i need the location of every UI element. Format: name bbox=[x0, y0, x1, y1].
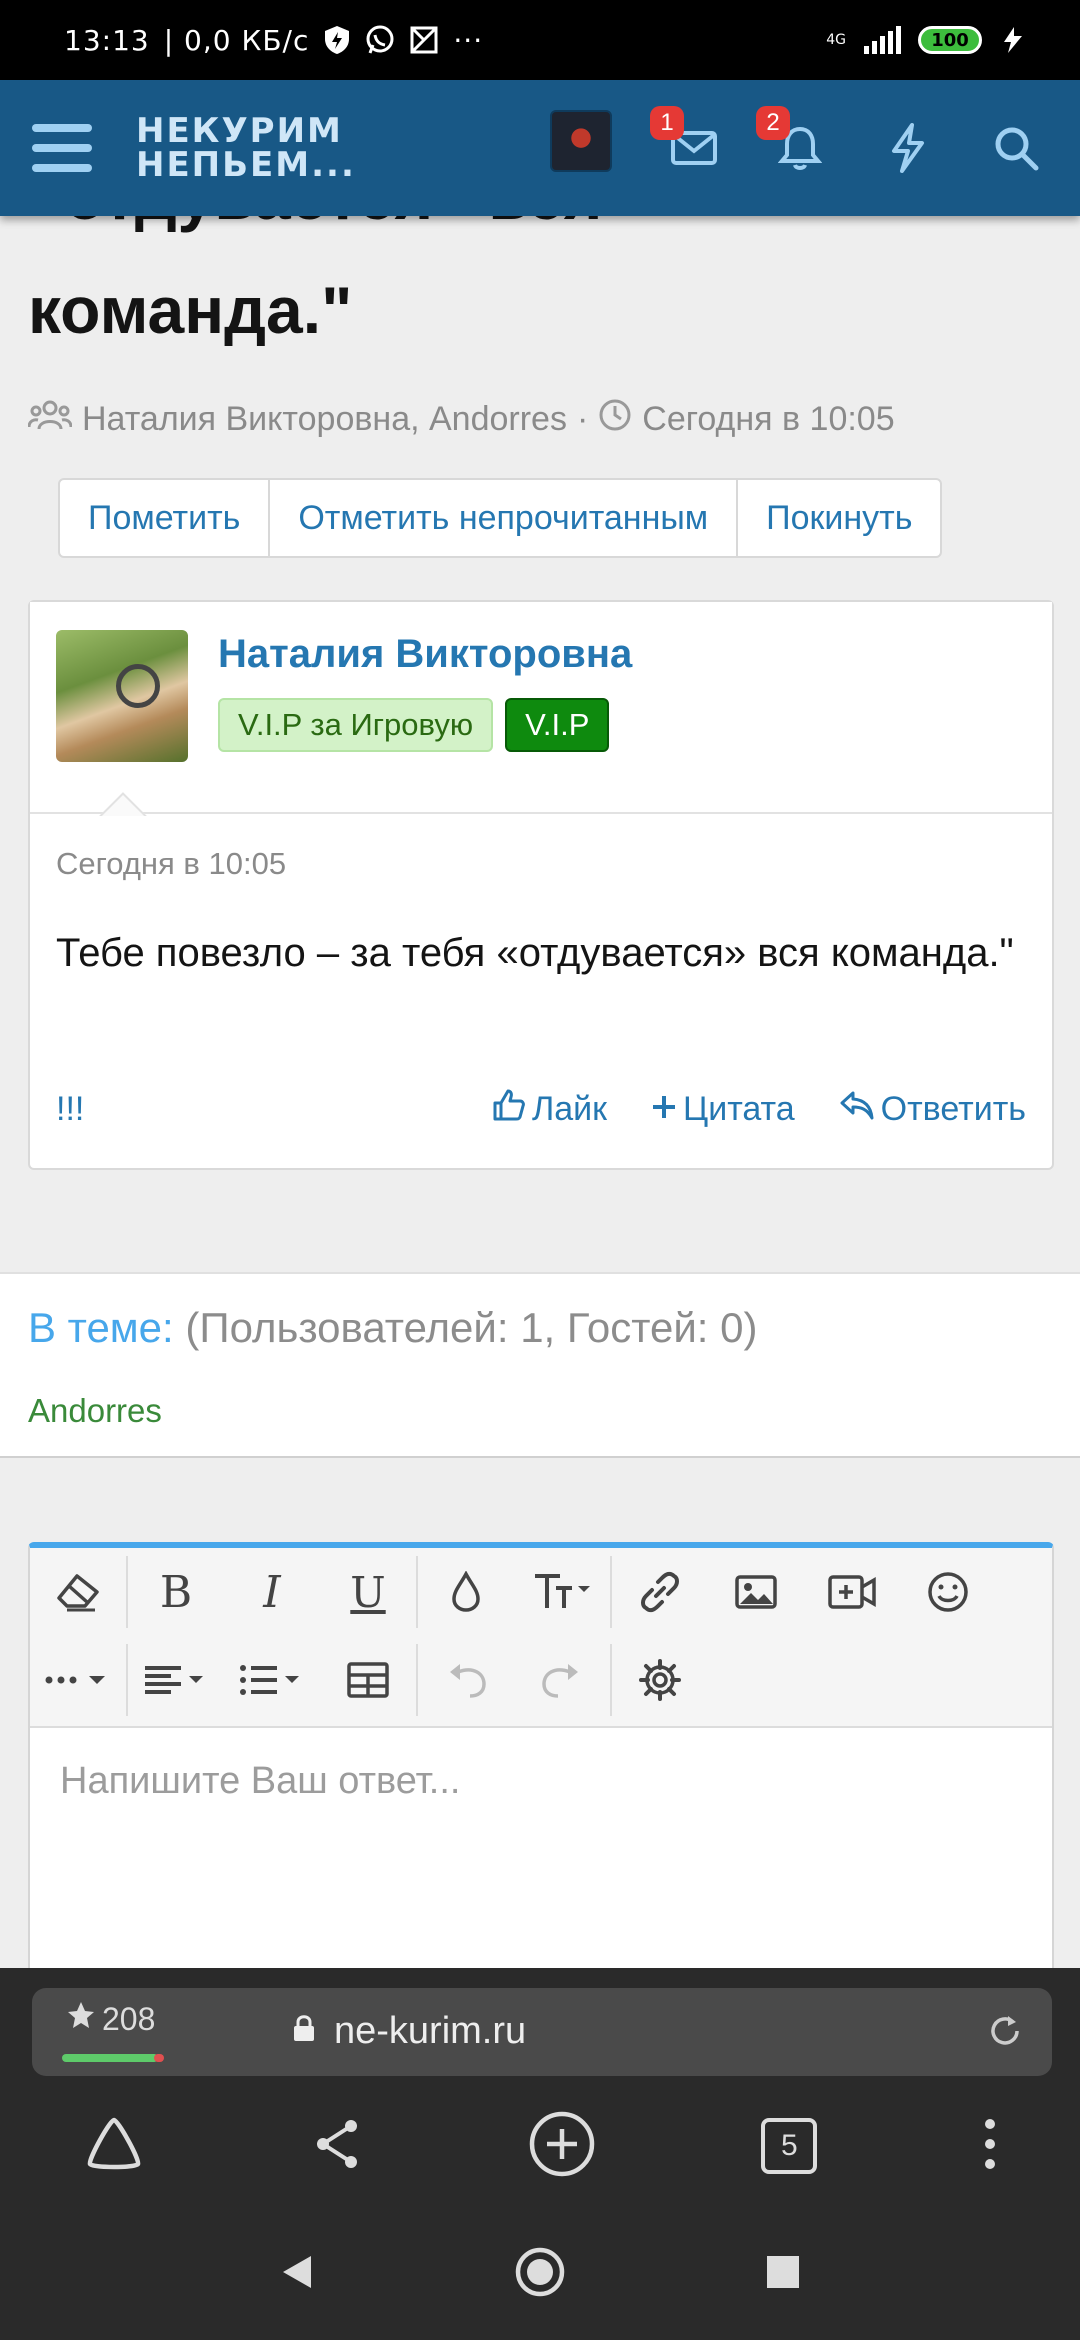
whatsapp-icon bbox=[365, 25, 395, 55]
online-users-panel: В теме: (Пользователей: 1, Гостей: 0) An… bbox=[0, 1272, 1080, 1458]
messages-icon[interactable]: 1 bbox=[650, 106, 724, 178]
alerts-badge: 2 bbox=[756, 106, 790, 140]
post-date[interactable]: Сегодня в 10:05 bbox=[56, 846, 286, 882]
online-user[interactable]: Andorres bbox=[28, 1392, 162, 1430]
browser-address-bar: 208 ne-kurim.ru bbox=[0, 1968, 1080, 2084]
author-avatar[interactable] bbox=[56, 630, 188, 762]
reload-icon[interactable] bbox=[986, 2012, 1024, 2055]
reply-icon bbox=[839, 1089, 875, 1130]
thumbs-up-icon bbox=[492, 1088, 526, 1131]
undo-icon[interactable] bbox=[418, 1636, 514, 1724]
tabs-icon[interactable]: 5 bbox=[761, 2118, 818, 2174]
vip-game-badge: V.I.P за Игровую bbox=[218, 698, 494, 752]
browser-toolbar: 5 bbox=[0, 2084, 1080, 2208]
underline-icon[interactable]: U bbox=[320, 1548, 416, 1636]
vip-badge: V.I.P bbox=[505, 698, 610, 752]
network-type: 4G bbox=[826, 32, 846, 48]
mark-unread-button[interactable]: Отметить непрочитанным bbox=[270, 480, 739, 556]
star-icon bbox=[66, 2000, 96, 2038]
leave-button[interactable]: Покинуть bbox=[738, 480, 940, 556]
tabs-count: 5 bbox=[781, 2129, 798, 2162]
post-header: Наталия Викторовна V.I.P за Игровую V.I.… bbox=[30, 602, 1052, 814]
message-post: Наталия Викторовна V.I.P за Игровую V.I.… bbox=[28, 600, 1054, 1170]
italic-icon[interactable]: I bbox=[224, 1548, 320, 1636]
report-link[interactable]: !!! bbox=[56, 1090, 84, 1129]
reply-label: Ответить bbox=[880, 1090, 1026, 1128]
url-box[interactable]: 208 ne-kurim.ru bbox=[32, 1988, 1052, 2076]
align-icon[interactable] bbox=[128, 1636, 224, 1724]
bold-icon[interactable]: B bbox=[128, 1548, 224, 1636]
system-navigation bbox=[0, 2208, 1080, 2340]
home-button-icon[interactable] bbox=[514, 2246, 566, 2303]
status-speed: | 0,0 КБ/с bbox=[163, 23, 310, 57]
clock-icon bbox=[598, 398, 632, 441]
editor-toolbar: B I U bbox=[30, 1548, 1052, 1728]
participants-list[interactable]: Наталия Викторовна, Andorres bbox=[82, 400, 567, 439]
reply-editor: B I U Напишите Ваш ответ... bbox=[28, 1542, 1054, 1968]
settings-gear-icon[interactable] bbox=[612, 1636, 708, 1724]
font-size-icon[interactable] bbox=[514, 1548, 610, 1636]
reply-button[interactable]: Ответить bbox=[839, 1089, 1026, 1130]
redo-icon[interactable] bbox=[514, 1636, 610, 1724]
url-text: ne-kurim.ru bbox=[334, 2010, 527, 2052]
post-actions: !!! Лайк Цитата Ответить bbox=[56, 1088, 1026, 1131]
status-bar: 13:13 | 0,0 КБ/с ··· 4G 100 bbox=[0, 0, 1080, 80]
thread-title: команда." bbox=[28, 273, 353, 347]
text-color-icon[interactable] bbox=[418, 1548, 514, 1636]
home-icon[interactable] bbox=[82, 2114, 146, 2179]
search-icon[interactable] bbox=[986, 118, 1046, 178]
back-icon[interactable] bbox=[279, 2252, 315, 2297]
participants-icon bbox=[27, 399, 73, 440]
share-icon[interactable] bbox=[311, 2116, 363, 2177]
rating-count: 208 bbox=[102, 2000, 156, 2037]
messages-badge: 1 bbox=[650, 106, 684, 140]
author-name[interactable]: Наталия Викторовна bbox=[218, 632, 632, 677]
thread-title-partial: «отдувается» вся bbox=[28, 216, 602, 234]
online-label: В теме: (Пользователей: 1, Гостей: 0) bbox=[28, 1304, 758, 1351]
status-time: 13:13 bbox=[64, 23, 150, 57]
app-notification-icon bbox=[409, 25, 439, 55]
quote-button[interactable]: Цитата bbox=[651, 1090, 795, 1129]
table-icon[interactable] bbox=[320, 1636, 416, 1724]
eraser-icon[interactable] bbox=[30, 1548, 126, 1636]
list-icon[interactable] bbox=[224, 1636, 320, 1724]
post-header-arrow bbox=[98, 786, 148, 816]
quote-label: Цитата bbox=[683, 1090, 795, 1128]
author-badges: V.I.P за Игровую V.I.P bbox=[218, 698, 610, 752]
overflow-menu-icon[interactable] bbox=[982, 2116, 998, 2177]
lock-icon bbox=[292, 2010, 316, 2053]
mark-button[interactable]: Пометить bbox=[60, 480, 271, 556]
post-body: Тебе повезло – за тебя «отдувается» вся … bbox=[56, 931, 1014, 975]
shield-icon bbox=[323, 25, 351, 55]
thread-date[interactable]: Сегодня в 10:05 bbox=[642, 400, 894, 439]
reply-input[interactable]: Напишите Ваш ответ... bbox=[60, 1760, 460, 1803]
smiley-icon[interactable] bbox=[900, 1548, 996, 1636]
battery-indicator: 100 bbox=[918, 26, 982, 54]
app-header: НЕКУРИМ НЕПЬЕМ... 1 2 bbox=[0, 80, 1080, 216]
new-tab-icon[interactable] bbox=[527, 2109, 597, 2184]
plus-icon bbox=[651, 1090, 677, 1129]
site-logo[interactable]: НЕКУРИМ НЕПЬЕМ... bbox=[136, 114, 356, 182]
image-icon[interactable] bbox=[708, 1548, 804, 1636]
page-content: «отдувается» вся команда." Наталия Викто… bbox=[0, 216, 1080, 1968]
menu-icon[interactable] bbox=[32, 122, 92, 174]
charging-icon bbox=[998, 25, 1028, 55]
status-more: ··· bbox=[453, 23, 484, 57]
signal-icon bbox=[862, 26, 902, 54]
rating-bar bbox=[62, 2054, 164, 2062]
lightning-icon[interactable] bbox=[878, 118, 938, 178]
bell-icon[interactable]: 2 bbox=[756, 106, 830, 178]
video-icon[interactable] bbox=[804, 1548, 900, 1636]
meta-separator: · bbox=[576, 400, 589, 438]
like-button[interactable]: Лайк bbox=[492, 1088, 607, 1131]
thread-meta: Наталия Викторовна, Andorres · Сегодня в… bbox=[27, 398, 895, 441]
link-icon[interactable] bbox=[612, 1548, 708, 1636]
site-rating[interactable]: 208 bbox=[66, 2000, 155, 2038]
like-label: Лайк bbox=[531, 1090, 608, 1128]
user-avatar[interactable] bbox=[550, 110, 612, 172]
url-display[interactable]: ne-kurim.ru bbox=[292, 2010, 526, 2053]
recents-icon[interactable] bbox=[765, 2254, 801, 2295]
more-options-icon[interactable] bbox=[30, 1636, 126, 1724]
thread-actions: Пометить Отметить непрочитанным Покинуть bbox=[58, 478, 943, 558]
